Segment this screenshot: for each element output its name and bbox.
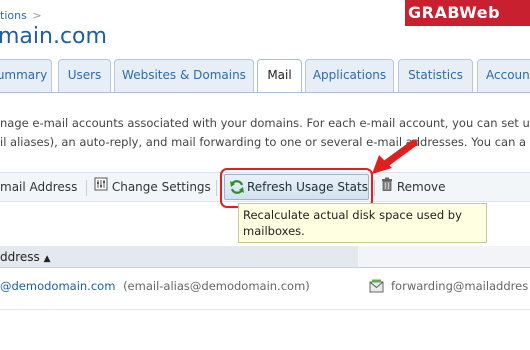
grabweb-logo: GRABWeb	[405, 0, 530, 26]
tooltip-line-1: Recalculate actual disk space used by	[243, 208, 462, 222]
settings-sliders-icon	[94, 173, 108, 202]
page-title: main.com	[0, 24, 107, 49]
highlight-box	[220, 168, 373, 208]
sort-ascending-icon: ▲	[43, 254, 51, 264]
email-address-link[interactable]: @demodomain.com	[0, 279, 115, 293]
change-settings-button[interactable]: Change Settings	[94, 173, 211, 202]
breadcrumb[interactable]: tions >	[0, 9, 42, 22]
breadcrumb-link[interactable]: tions	[0, 9, 27, 22]
create-email-label: mail Address	[0, 180, 78, 194]
column-header-empty	[358, 246, 530, 268]
toolbar-separator	[216, 180, 217, 196]
tooltip: Recalculate actual disk space used by ma…	[238, 203, 487, 243]
tab-applications[interactable]: Applications	[305, 59, 394, 92]
description-line-2: il aliases), an auto-reply, and mail for…	[0, 135, 527, 149]
toolbar-separator	[86, 180, 87, 196]
tab-summary[interactable]: ummary	[0, 59, 52, 92]
change-settings-label: Change Settings	[111, 180, 211, 194]
breadcrumb-separator: >	[32, 9, 42, 22]
page-description: nage e-mail accounts associated with you…	[0, 114, 530, 152]
tabs-divider	[0, 92, 530, 93]
email-alias: (email-alias@demodomain.com)	[123, 279, 310, 293]
tab-mail[interactable]: Mail	[257, 59, 302, 93]
description-line-1: nage e-mail accounts associated with you…	[0, 116, 530, 130]
red-arrow-icon	[372, 139, 418, 174]
table-row[interactable]: @demodomain.com (email-alias@demodomain.…	[0, 276, 530, 296]
tab-websites-domains[interactable]: Websites & Domains	[114, 59, 254, 92]
mail-forward-icon	[369, 279, 384, 299]
remove-label: Remove	[396, 180, 446, 194]
column-header-address[interactable]: ddress ▲	[0, 246, 358, 268]
tooltip-line-2: mailboxes.	[243, 224, 305, 238]
forwarding-address: forwarding@mailaddres	[391, 279, 529, 293]
tab-users[interactable]: Users	[58, 59, 111, 92]
column-header-label: ddress	[0, 250, 40, 264]
create-email-address-button[interactable]: mail Address	[0, 173, 77, 202]
row-divider	[0, 309, 530, 310]
tab-account[interactable]: Account	[477, 59, 530, 92]
tab-bar: ummary Users Websites & Domains Mail App…	[0, 59, 530, 93]
toolbar-separator	[374, 180, 375, 196]
tab-statistics[interactable]: Statistics	[398, 59, 473, 92]
